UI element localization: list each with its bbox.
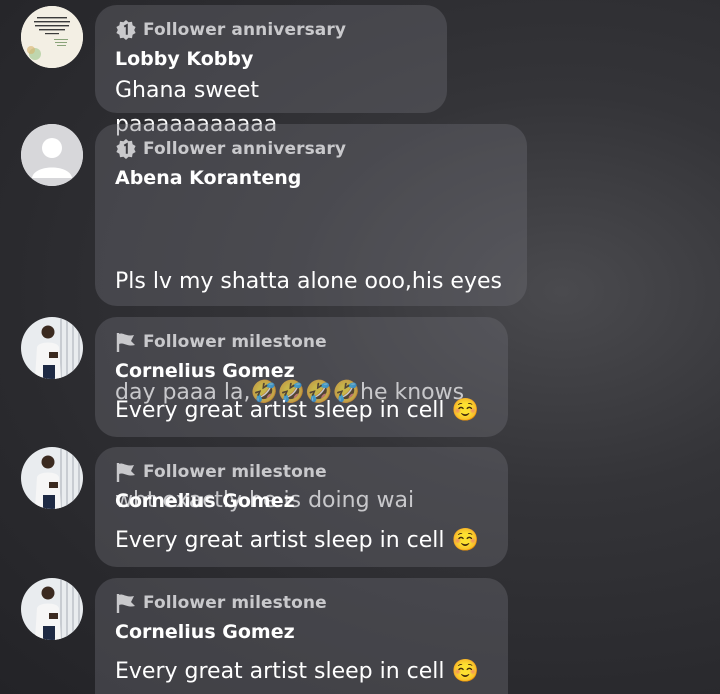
- avatar[interactable]: [21, 124, 83, 186]
- commenter-name[interactable]: Cornelius Gomez: [115, 490, 488, 512]
- comment-text: Every great artist sleep in cell ☺️: [115, 659, 479, 684]
- badge: Follower milestone: [115, 331, 488, 353]
- comment-bubble: Follower milestone Cornelius Gomez Every…: [95, 578, 508, 694]
- badge-label: Follower milestone: [143, 462, 327, 482]
- badge: Follower anniversary: [115, 19, 427, 41]
- commenter-name[interactable]: Cornelius Gomez: [115, 360, 488, 382]
- flag-icon: [115, 461, 137, 483]
- badge: Follower milestone: [115, 461, 488, 483]
- avatar[interactable]: [21, 447, 83, 509]
- anniversary-one-icon: [115, 19, 137, 41]
- comment-bubble: Follower anniversary Abena Koranteng Pls…: [95, 124, 527, 513]
- flag-icon: [115, 592, 137, 614]
- commenter-name[interactable]: Lobby Kobby: [115, 48, 427, 70]
- comment-bubble: Follower milestone Cornelius Gomez Every…: [95, 317, 508, 437]
- avatar-image: [21, 447, 83, 509]
- anniversary-one-icon: [115, 138, 137, 160]
- comment-text: Every great artist sleep in cell ☺️: [115, 528, 479, 553]
- badge-label: Follower anniversary: [143, 20, 347, 40]
- badge-label: Follower milestone: [143, 332, 327, 352]
- avatar[interactable]: [21, 6, 83, 68]
- commenter-name[interactable]: Abena Koranteng: [115, 167, 507, 189]
- commenter-name[interactable]: Cornelius Gomez: [115, 621, 488, 643]
- avatar-image: [21, 6, 83, 68]
- badge: Follower milestone: [115, 592, 488, 614]
- badge: Follower anniversary: [115, 138, 507, 160]
- avatar-image: [21, 578, 83, 640]
- comment-text: Every great artist sleep in cell ☺️: [115, 398, 479, 423]
- default-avatar-icon: [21, 124, 83, 186]
- comment-line: Pls lv my shatta alone ooo,his eyes: [115, 269, 502, 294]
- badge-label: Follower milestone: [143, 593, 327, 613]
- avatar-image: [21, 317, 83, 379]
- avatar[interactable]: [21, 578, 83, 640]
- badge-label: Follower anniversary: [143, 139, 347, 159]
- flag-icon: [115, 331, 137, 353]
- comment-bubble: Follower milestone Cornelius Gomez Every…: [95, 447, 508, 567]
- comment-bubble: Follower anniversary Lobby Kobby Ghana s…: [95, 5, 447, 137]
- avatar[interactable]: [21, 317, 83, 379]
